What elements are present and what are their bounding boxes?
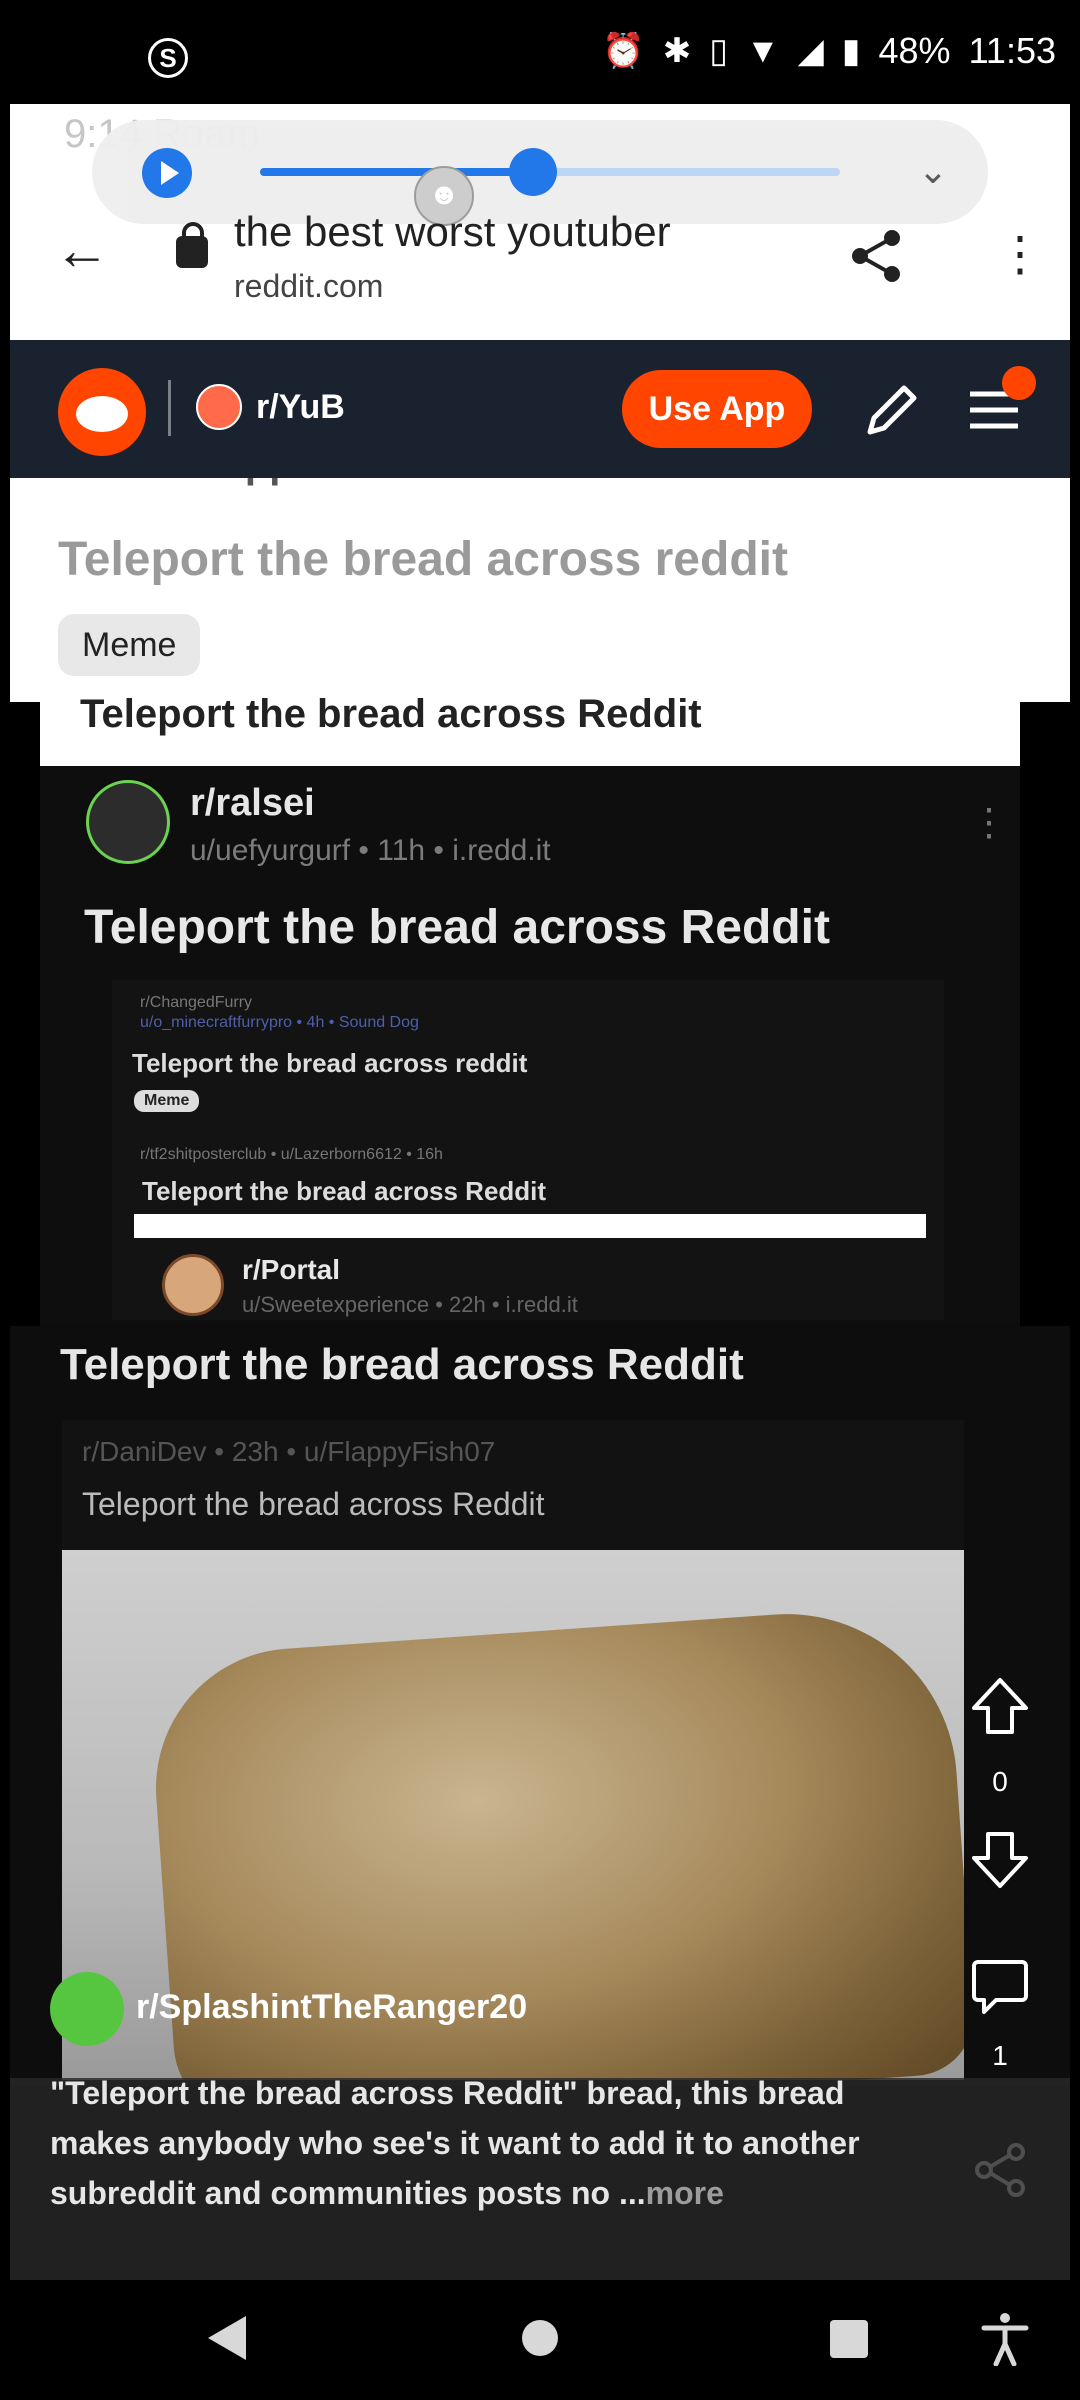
clock: 11:53 (968, 30, 1056, 71)
status-right: ⏰ ✱ ▯ ▼ ◢ ▮ 48% 11:53 (602, 30, 1056, 72)
page-title: the best worst youtuber (234, 208, 671, 255)
more-vert-icon[interactable]: ⋮ (996, 230, 1044, 280)
post-card[interactable]: Mr Tipps TT • 1h Teleport the bread acro… (10, 478, 1070, 702)
lock-icon (176, 222, 208, 268)
downvote-icon[interactable] (970, 1830, 1030, 1890)
nested-title: Teleport the bread across Reddit (60, 1340, 744, 1389)
seek-fill (260, 168, 533, 176)
nested-meta: u/o_minecraftfurrypro • 4h • Sound Dog (140, 1014, 419, 1031)
ralsei-title: Teleport the bread across Reddit (84, 901, 830, 954)
description-text: "Teleport the bread across Reddit" bread… (50, 2075, 860, 2211)
author-name[interactable]: r/SplashintTheRanger20 (136, 1988, 527, 2027)
header-divider (168, 380, 171, 436)
portal-subreddit: r/Portal (242, 1254, 341, 1285)
nav-recents-icon[interactable] (830, 2320, 868, 2358)
nested-meta: r/tf2shitposterclub • u/Lazerborn6612 • … (140, 1146, 443, 1163)
post-author-partial: Mr Tipps TT • 1h (150, 478, 459, 487)
more-link[interactable]: more (646, 2175, 724, 2211)
battery-percent: 48% (878, 30, 951, 71)
nested-title-text: Teleport the bread across Reddit (80, 692, 702, 736)
chevron-down-icon[interactable]: ⌄ (918, 150, 948, 192)
status-bar: S ⏰ ✱ ▯ ▼ ◢ ▮ 48% 11:53 (0, 0, 1080, 104)
nested-flair: Meme (134, 1090, 200, 1112)
play-button[interactable] (142, 148, 192, 198)
upvote-icon[interactable] (970, 1676, 1030, 1736)
ralsei-avatar (86, 780, 170, 864)
nav-home-icon[interactable] (522, 2320, 558, 2356)
back-arrow-icon[interactable]: ← (54, 222, 110, 278)
pencil-icon[interactable] (860, 378, 924, 442)
reddit-logo-icon[interactable] (58, 368, 146, 456)
signal-icon: ◢ (797, 32, 824, 70)
comment-icon[interactable] (970, 1956, 1030, 2016)
nested-title: Teleport the bread across Reddit (82, 1486, 545, 1522)
nested-meta: r/ChangedFurry (140, 994, 253, 1011)
alarm-icon: ⏰ (602, 32, 645, 70)
ralsei-subreddit: r/ralsei (190, 782, 315, 824)
wifi-icon: ▼ (745, 31, 780, 70)
comment-count: 1 (992, 2040, 1008, 2071)
accessibility-icon[interactable] (980, 2312, 1030, 2366)
use-app-button[interactable]: Use App (622, 370, 812, 448)
author-avatar[interactable] (50, 1972, 124, 2046)
portal-avatar (162, 1254, 224, 1316)
post-flair[interactable]: Meme (58, 614, 201, 676)
subreddit-name[interactable]: r/YuB (256, 388, 345, 427)
nested-title: Teleport the bread across Reddit (142, 1176, 547, 1206)
s-app-icon: S (148, 38, 188, 78)
vote-count: 0 (992, 1766, 1008, 1797)
battery-icon: ▮ (841, 32, 861, 70)
nested-meta: r/DaniDev • 23h • u/FlappyFish07 (82, 1436, 496, 1467)
notification-dot (1002, 366, 1036, 400)
share-icon[interactable] (846, 226, 906, 286)
post-title: Teleport the bread across reddit (58, 533, 788, 586)
post-description[interactable]: "Teleport the bread across Reddit" bread… (50, 2068, 910, 2218)
subreddit-avatar (196, 384, 242, 430)
portal-meta: u/Sweetexperience • 22h • i.redd.it (242, 1292, 578, 1317)
more-vert-icon: ⋮ (970, 802, 1008, 844)
bluetooth-icon: ✱ (662, 32, 692, 70)
page-domain: reddit.com (234, 268, 384, 304)
vibrate-icon: ▯ (709, 32, 728, 70)
nav-back-icon[interactable] (208, 2316, 246, 2360)
nested-title: Teleport the bread across reddit (132, 1048, 528, 1078)
seek-thumb[interactable] (508, 148, 557, 196)
nested-white-bar (134, 1214, 926, 1238)
ralsei-meta: u/uefyurgurf • 11h • i.redd.it (190, 834, 551, 867)
